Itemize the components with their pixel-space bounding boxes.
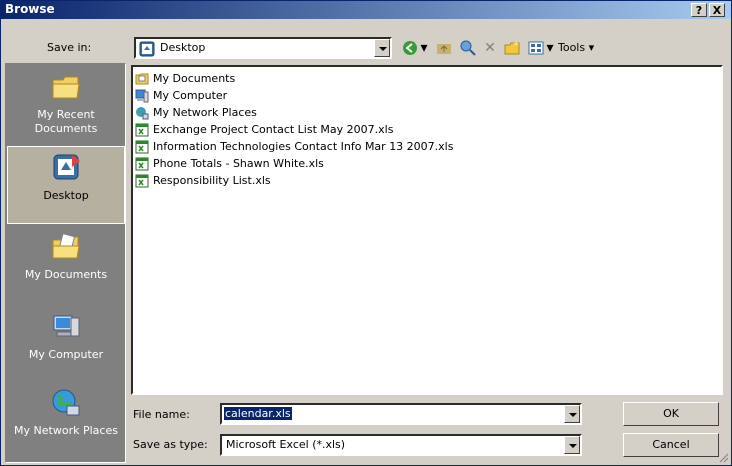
save-in-label: Save in: <box>47 41 92 54</box>
place-label: My Network Places <box>14 424 118 437</box>
folder-icon <box>135 73 149 85</box>
save-as-type-value: Microsoft Excel (*.xls) <box>226 438 346 451</box>
file-name-input[interactable]: calendar.xls <box>224 407 292 420</box>
place-my-documents[interactable]: My Documents <box>7 226 125 304</box>
search-web-icon[interactable] <box>459 39 477 57</box>
views-dropdown-icon[interactable]: ▾ <box>545 39 555 57</box>
file-name-label: File name: <box>133 408 190 421</box>
file-name: My Documents <box>153 72 236 85</box>
computer-icon <box>135 89 149 103</box>
network-icon <box>136 107 149 120</box>
up-folder-icon[interactable] <box>435 39 453 57</box>
delete-icon[interactable]: ✕ <box>481 39 499 57</box>
dialog-title: Browse <box>5 2 55 16</box>
file-name: Responsibility List.xls <box>153 174 271 187</box>
file-name-dropdown-button[interactable] <box>564 405 580 423</box>
save-as-type-combo[interactable]: Microsoft Excel (*.xls) <box>220 434 582 456</box>
resize-grip-icon[interactable] <box>717 451 729 463</box>
file-name-combo[interactable]: calendar.xls <box>220 403 582 425</box>
file-name: Phone Totals - Shawn White.xls <box>153 157 324 170</box>
place-recent-documents[interactable]: My Recent Documents <box>7 66 125 144</box>
excel-file-icon <box>135 123 149 137</box>
my-documents-icon <box>52 233 80 259</box>
file-name: Exchange Project Contact List May 2007.x… <box>153 123 394 136</box>
save-in-dropdown-button[interactable] <box>374 39 390 57</box>
place-network-places[interactable]: My Network Places <box>7 382 125 460</box>
file-list[interactable]: My Documents My Computer My Network Plac… <box>131 65 723 395</box>
desktop-small-icon <box>139 41 155 57</box>
back-dropdown-icon[interactable]: ▾ <box>419 39 429 57</box>
network-places-icon <box>52 389 80 416</box>
recent-documents-icon <box>52 76 80 99</box>
help-button[interactable]: ? <box>691 3 707 17</box>
desktop-icon <box>53 154 80 180</box>
place-label: My Documents <box>24 268 108 281</box>
file-name: My Network Places <box>153 106 257 119</box>
place-label: My Computer <box>28 348 104 361</box>
place-label: My Recent Documents <box>34 108 98 135</box>
file-name: My Computer <box>153 89 228 102</box>
close-button[interactable]: X <box>709 3 725 17</box>
save-as-type-dropdown-button[interactable] <box>564 436 580 454</box>
place-my-computer[interactable]: My Computer <box>7 306 125 384</box>
place-desktop[interactable]: Desktop <box>7 146 125 224</box>
new-folder-icon[interactable] <box>503 39 521 57</box>
tools-menu[interactable]: Tools ▾ <box>558 41 594 54</box>
browse-dialog: Browse ? X Save in: Desktop ▾ ✕ ▾ Tools … <box>0 0 732 466</box>
cancel-button[interactable]: Cancel <box>623 433 719 457</box>
excel-file-icon <box>135 174 149 188</box>
back-icon[interactable] <box>401 39 419 57</box>
save-as-type-label: Save as type: <box>133 438 208 451</box>
file-name: Information Technologies Contact Info Ma… <box>153 140 454 153</box>
my-computer-icon <box>53 315 80 337</box>
excel-file-icon <box>135 140 149 154</box>
tools-label: Tools <box>558 41 586 54</box>
views-icon[interactable] <box>527 39 545 57</box>
save-in-combo[interactable]: Desktop <box>134 37 392 59</box>
excel-file-icon <box>135 157 149 171</box>
title-bar[interactable]: Browse ? X <box>1 1 731 19</box>
tools-dropdown-icon: ▾ <box>585 41 595 54</box>
ok-button[interactable]: OK <box>623 402 719 426</box>
places-bar: My Recent Documents Desktop My Documents <box>5 63 126 463</box>
place-label: Desktop <box>43 189 89 202</box>
save-in-value: Desktop <box>160 41 206 54</box>
